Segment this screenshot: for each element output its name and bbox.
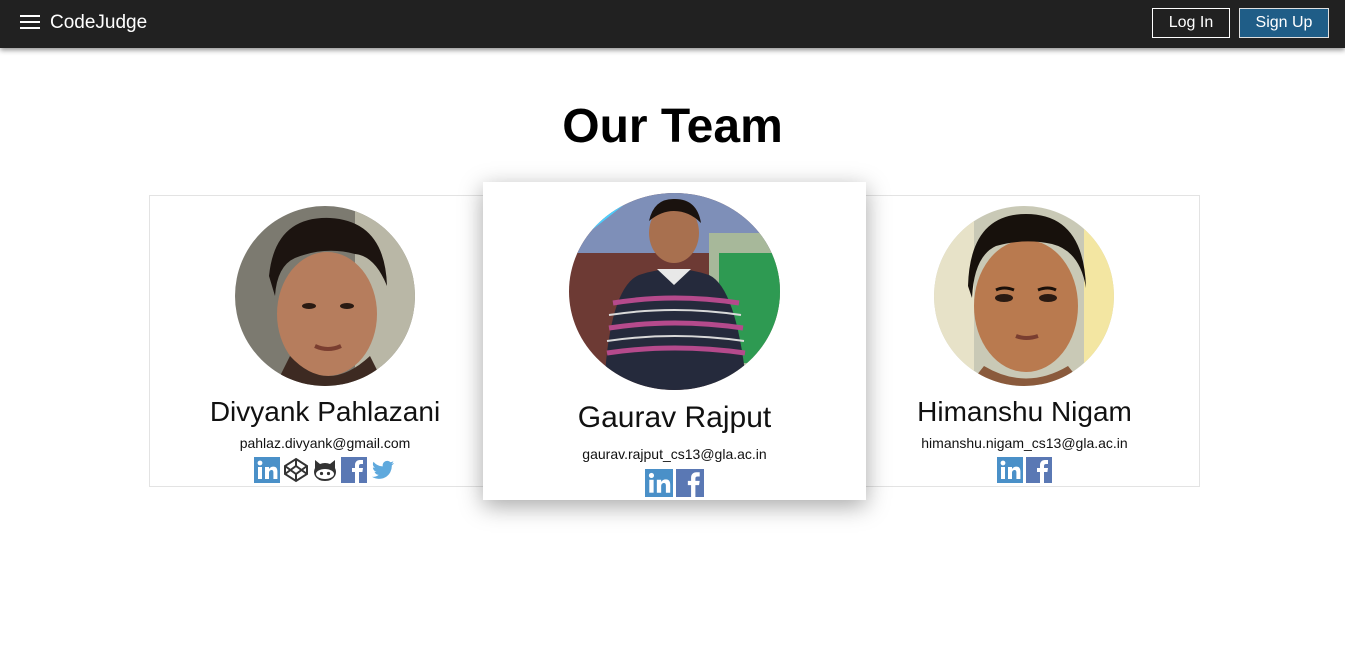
linkedin-icon[interactable]: [254, 457, 280, 483]
avatar: [569, 193, 780, 390]
github-icon[interactable]: [312, 457, 338, 483]
social-links: [150, 457, 500, 483]
brand-logo[interactable]: CodeJudge: [50, 12, 147, 34]
team-card-himanshu: Himanshu Nigam himanshu.nigam_cs13@gla.a…: [850, 196, 1199, 486]
social-links: [483, 469, 866, 497]
signup-button[interactable]: Sign Up: [1239, 8, 1329, 38]
top-navbar: CodeJudge Log In Sign Up: [0, 0, 1345, 48]
avatar: [934, 206, 1114, 386]
linkedin-icon[interactable]: [645, 469, 673, 497]
member-name: Gaurav Rajput: [577, 401, 772, 434]
facebook-icon[interactable]: [341, 457, 367, 483]
profile-photo: [934, 206, 1114, 386]
hamburger-menu-icon[interactable]: [20, 15, 40, 31]
member-email: pahlaz.divyank@gmail.com: [239, 435, 411, 451]
facebook-icon[interactable]: [1026, 457, 1052, 483]
social-links: [850, 457, 1199, 483]
twitter-icon[interactable]: [370, 457, 396, 483]
team-card-gaurav: Gaurav Rajput gaurav.rajput_cs13@gla.ac.…: [483, 182, 866, 500]
page-title: Our Team: [562, 100, 783, 153]
team-card-divyank: Divyank Pahlazani pahlaz.divyank@gmail.c…: [150, 196, 500, 486]
avatar: [235, 206, 415, 386]
linkedin-icon[interactable]: [997, 457, 1023, 483]
profile-photo: [569, 193, 780, 390]
member-name: Divyank Pahlazani: [209, 396, 441, 427]
codepen-icon[interactable]: [283, 457, 309, 483]
login-button[interactable]: Log In: [1152, 8, 1230, 38]
member-email: himanshu.nigam_cs13@gla.ac.in: [921, 435, 1128, 451]
facebook-icon[interactable]: [676, 469, 704, 497]
profile-photo: [235, 206, 415, 386]
member-email: gaurav.rajput_cs13@gla.ac.in: [582, 446, 767, 462]
member-name: Himanshu Nigam: [917, 396, 1132, 427]
